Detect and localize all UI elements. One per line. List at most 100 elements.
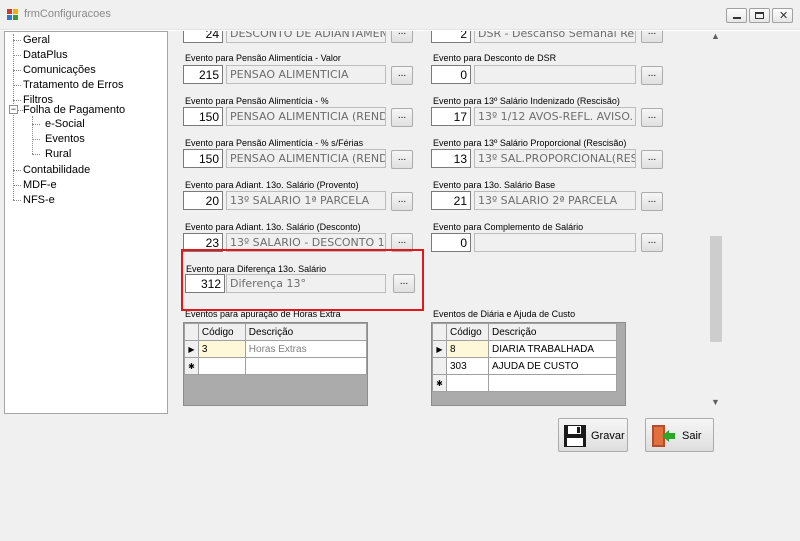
new-row-icon: ✱ <box>432 374 447 392</box>
adiantamento-code-field[interactable]: 24 <box>183 31 223 43</box>
adiant-desconto-code-field[interactable]: 23 <box>183 233 223 252</box>
scroll-thumb[interactable] <box>710 236 722 342</box>
exit-button-label: Sair <box>682 430 702 442</box>
decimo-proporcional-desc-field: 13º SAL.PROPORCIONAL(RESC <box>474 149 636 168</box>
tree-item-comunicacoes[interactable]: Comunicações <box>23 63 96 77</box>
grid-cell-desc[interactable]: AJUDA DE CUSTO <box>488 357 617 375</box>
minimize-icon <box>733 17 741 19</box>
complemento-code-field[interactable]: 0 <box>431 233 471 252</box>
adiant-desconto-label: Evento para Adiant. 13o. Salário (Descon… <box>185 222 361 232</box>
scroll-down-icon[interactable]: ▼ <box>711 397 720 407</box>
window-title: frmConfiguracoes <box>24 8 111 20</box>
grid-corner <box>432 323 447 341</box>
pensao-ferias-code-field[interactable]: 150 <box>183 149 223 168</box>
collapse-icon[interactable]: − <box>9 105 18 114</box>
decimo-proporcional-code-field[interactable]: 13 <box>431 149 471 168</box>
desconto-dsr-code-field[interactable]: 0 <box>431 65 471 84</box>
decimo-proporcional-label: Evento para 13º Salário Proporcional (Re… <box>433 138 627 148</box>
diferenca-desc-field: Diferença 13° <box>226 274 386 293</box>
horas-extra-label: Eventos para apuração de Horas Extra <box>185 309 341 319</box>
grid-cell-code[interactable] <box>197 357 246 375</box>
maximize-icon <box>755 12 764 19</box>
adiant-provento-lookup-button[interactable]: ... <box>391 192 413 211</box>
decimo-base-code-field[interactable]: 21 <box>431 191 471 210</box>
decimo-indenizado-code-field[interactable]: 17 <box>431 107 471 126</box>
table-row[interactable]: ▶ 8 DIARIA TRABALHADA <box>432 340 617 358</box>
adiant-provento-code-field[interactable]: 20 <box>183 191 223 210</box>
row-header <box>432 357 447 375</box>
pensao-valor-label: Evento para Pensão Alimentícia - Valor <box>185 53 341 63</box>
decimo-proporcional-lookup-button[interactable]: ... <box>641 150 663 169</box>
grid-cell-desc[interactable] <box>488 374 617 392</box>
decimo-base-lookup-button[interactable]: ... <box>641 192 663 211</box>
grid-cell-code[interactable]: 3 <box>197 340 246 358</box>
adiant-desconto-lookup-button[interactable]: ... <box>391 233 413 252</box>
adiant-provento-desc-field: 13º SALARIO 1ª PARCELA <box>226 191 386 210</box>
dsr-code-field[interactable]: 2 <box>431 31 471 43</box>
adiantamento-desc-field: DESCONTO DE ADIANTAMEN <box>226 31 386 43</box>
save-button-label: Gravar <box>591 430 625 442</box>
grid-cell-code[interactable]: 303 <box>446 357 489 375</box>
decimo-indenizado-label: Evento para 13º Salário Indenizado (Resc… <box>433 96 620 106</box>
tree-item-esocial[interactable]: e-Social <box>45 117 85 131</box>
complemento-desc-field <box>474 233 636 252</box>
events-panel: 24 DESCONTO DE ADIANTAMEN ... 2 DSR - De… <box>176 31 724 411</box>
pensao-valor-lookup-button[interactable]: ... <box>391 66 413 85</box>
tree-item-geral[interactable]: Geral <box>23 33 50 47</box>
complemento-label: Evento para Complemento de Salário <box>433 222 584 232</box>
decimo-base-desc-field: 13º SALARIO 2ª PARCELA <box>474 191 636 210</box>
table-row-new[interactable]: ✱ <box>432 374 617 392</box>
scroll-up-icon[interactable]: ▲ <box>711 31 720 41</box>
dsr-lookup-button[interactable]: ... <box>641 31 663 43</box>
minimize-button[interactable] <box>726 8 747 23</box>
diferenca-code-field[interactable]: 312 <box>185 274 225 293</box>
table-row[interactable]: 303 AJUDA DE CUSTO <box>432 357 617 375</box>
settings-tree: Geral DataPlus Comunicações Tratamento d… <box>4 31 168 414</box>
title-bar: frmConfiguracoes ✕ <box>0 0 800 30</box>
diferenca-lookup-button[interactable]: ... <box>393 274 415 293</box>
grid-cell-desc[interactable]: DIARIA TRABALHADA <box>488 340 617 358</box>
table-row[interactable]: ▶ 3 Horas Extras <box>184 340 368 358</box>
exit-door-icon <box>652 425 675 447</box>
adiant-desconto-desc-field: 13º SALARIO - DESCONTO 1ª P <box>226 233 386 252</box>
grid-cell-code[interactable]: 8 <box>446 340 489 358</box>
decimo-base-label: Evento para 13o. Salário Base <box>433 180 556 190</box>
tree-item-nfse[interactable]: NFS-e <box>23 193 55 207</box>
maximize-button[interactable] <box>749 8 770 23</box>
tree-item-folha-pagamento[interactable]: Folha de Pagamento <box>23 103 125 117</box>
client-area: Geral DataPlus Comunicações Tratamento d… <box>0 31 800 541</box>
pensao-pct-code-field[interactable]: 150 <box>183 107 223 126</box>
pensao-ferias-lookup-button[interactable]: ... <box>391 150 413 169</box>
exit-button[interactable]: Sair <box>645 418 714 452</box>
tree-item-dataplus[interactable]: DataPlus <box>23 48 68 62</box>
tree-item-tratamento-erros[interactable]: Tratamento de Erros <box>23 78 123 92</box>
desconto-dsr-lookup-button[interactable]: ... <box>641 66 663 85</box>
column-header-descricao[interactable]: Descrição <box>244 323 368 341</box>
close-button[interactable]: ✕ <box>772 8 793 23</box>
tree-item-contabilidade[interactable]: Contabilidade <box>23 163 90 177</box>
grid-cell-desc: Horas Extras <box>244 340 368 358</box>
app-icon <box>7 9 19 21</box>
column-header-descricao[interactable]: Descrição <box>488 323 617 341</box>
pensao-pct-lookup-button[interactable]: ... <box>391 108 413 127</box>
decimo-indenizado-lookup-button[interactable]: ... <box>641 108 663 127</box>
tree-item-mdfe[interactable]: MDF-e <box>23 178 57 192</box>
save-button[interactable]: Gravar <box>558 418 628 452</box>
diaria-grid[interactable]: Código Descrição ▶ 8 DIARIA TRABALHADA 3… <box>431 322 626 406</box>
new-row-icon: ✱ <box>184 357 199 375</box>
horas-extra-grid[interactable]: Código Descrição ▶ 3 Horas Extras ✱ <box>183 322 368 406</box>
adiantamento-lookup-button[interactable]: ... <box>391 31 413 43</box>
pensao-ferias-label: Evento para Pensão Alimentícia - % s/Fér… <box>185 138 364 148</box>
current-row-icon: ▶ <box>432 340 447 358</box>
table-row-new[interactable]: ✱ <box>184 357 368 375</box>
grid-cell-code[interactable] <box>446 374 489 392</box>
pensao-ferias-desc-field: PENSAO ALIMENTICIA (REND/ <box>226 149 386 168</box>
complemento-lookup-button[interactable]: ... <box>641 233 663 252</box>
tree-item-eventos[interactable]: Eventos <box>45 132 85 146</box>
tree-item-rural[interactable]: Rural <box>45 147 71 161</box>
column-header-codigo[interactable]: Código <box>446 323 489 341</box>
pensao-valor-code-field[interactable]: 215 <box>183 65 223 84</box>
vertical-scrollbar[interactable]: ▲ ▼ <box>708 31 724 411</box>
adiant-provento-label: Evento para Adiant. 13o. Salário (Proven… <box>185 180 359 190</box>
column-header-codigo[interactable]: Código <box>197 323 246 341</box>
